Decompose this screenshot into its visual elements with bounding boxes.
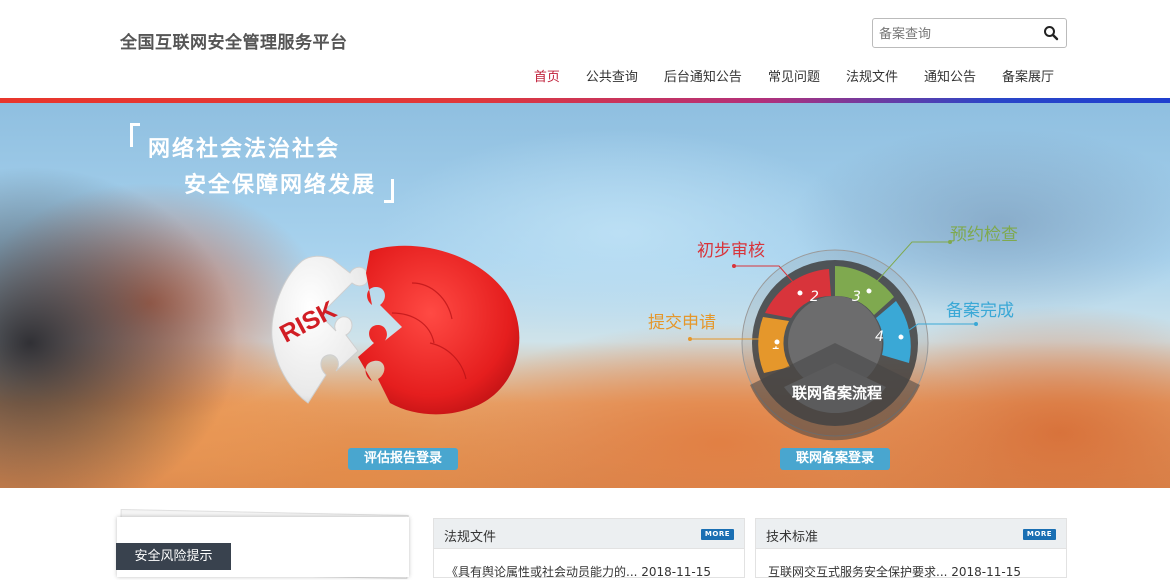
header: 全国互联网安全管理服务平台 首页 公共查询 后台通知公告 常见问题 法规文件 通… <box>0 0 1170 98</box>
nav-notices[interactable]: 通知公告 <box>924 66 976 85</box>
more-button[interactable]: MORE <box>1022 529 1056 540</box>
nav-public-query[interactable]: 公共查询 <box>586 66 638 85</box>
eval-report-login-button[interactable]: 评估报告登录 <box>348 448 458 470</box>
hero-banner: 网络社会法治社会 安全保障网络发展 RISK 1 2 <box>0 103 1170 488</box>
main-nav: 首页 公共查询 后台通知公告 常见问题 法规文件 通知公告 备案展厅 <box>508 66 1054 85</box>
list-item[interactable]: 《具有舆论属性或社会动员能力的... 2018-11-15 <box>446 563 736 580</box>
nav-filing-gallery[interactable]: 备案展厅 <box>1002 66 1054 85</box>
risk-alert-tag[interactable]: 安全风险提示 <box>116 543 231 570</box>
list-item[interactable]: 互联网交互式服务安全保护要求... 2018-11-15 <box>768 563 1058 580</box>
more-button[interactable]: MORE <box>700 529 734 540</box>
panel-title: 技术标准 <box>766 530 819 545</box>
nav-home[interactable]: 首页 <box>534 66 560 85</box>
filing-login-button[interactable]: 联网备案登录 <box>780 448 890 470</box>
step-label-submit: 提交申请 <box>648 313 716 333</box>
nav-faq[interactable]: 常见问题 <box>768 66 820 85</box>
search-input[interactable] <box>879 24 1039 44</box>
regulations-panel: 法规文件 MORE 《具有舆论属性或社会动员能力的... 2018-11-15 <box>433 518 745 580</box>
nav-regulations[interactable]: 法规文件 <box>846 66 898 85</box>
process-title: 联网备案流程 <box>792 384 883 402</box>
site-title[interactable]: 全国互联网安全管理服务平台 <box>120 28 348 53</box>
panel-header: 法规文件 MORE <box>434 519 744 549</box>
content-section: 安全风险提示 法规文件 MORE 《具有舆论属性或社会动员能力的... 2018… <box>0 488 1170 580</box>
panel-header: 技术标准 MORE <box>756 519 1066 549</box>
search-box[interactable] <box>872 18 1067 48</box>
search-icon[interactable] <box>1043 25 1059 41</box>
step-label-complete: 备案完成 <box>946 301 1014 321</box>
step-label-inspection: 预约检查 <box>950 225 1018 245</box>
nav-backend-notices[interactable]: 后台通知公告 <box>664 66 742 85</box>
tech-standards-panel: 技术标准 MORE 互联网交互式服务安全保护要求... 2018-11-15 <box>755 518 1067 580</box>
step-label-review: 初步审核 <box>697 241 765 261</box>
panel-title: 法规文件 <box>444 530 497 545</box>
